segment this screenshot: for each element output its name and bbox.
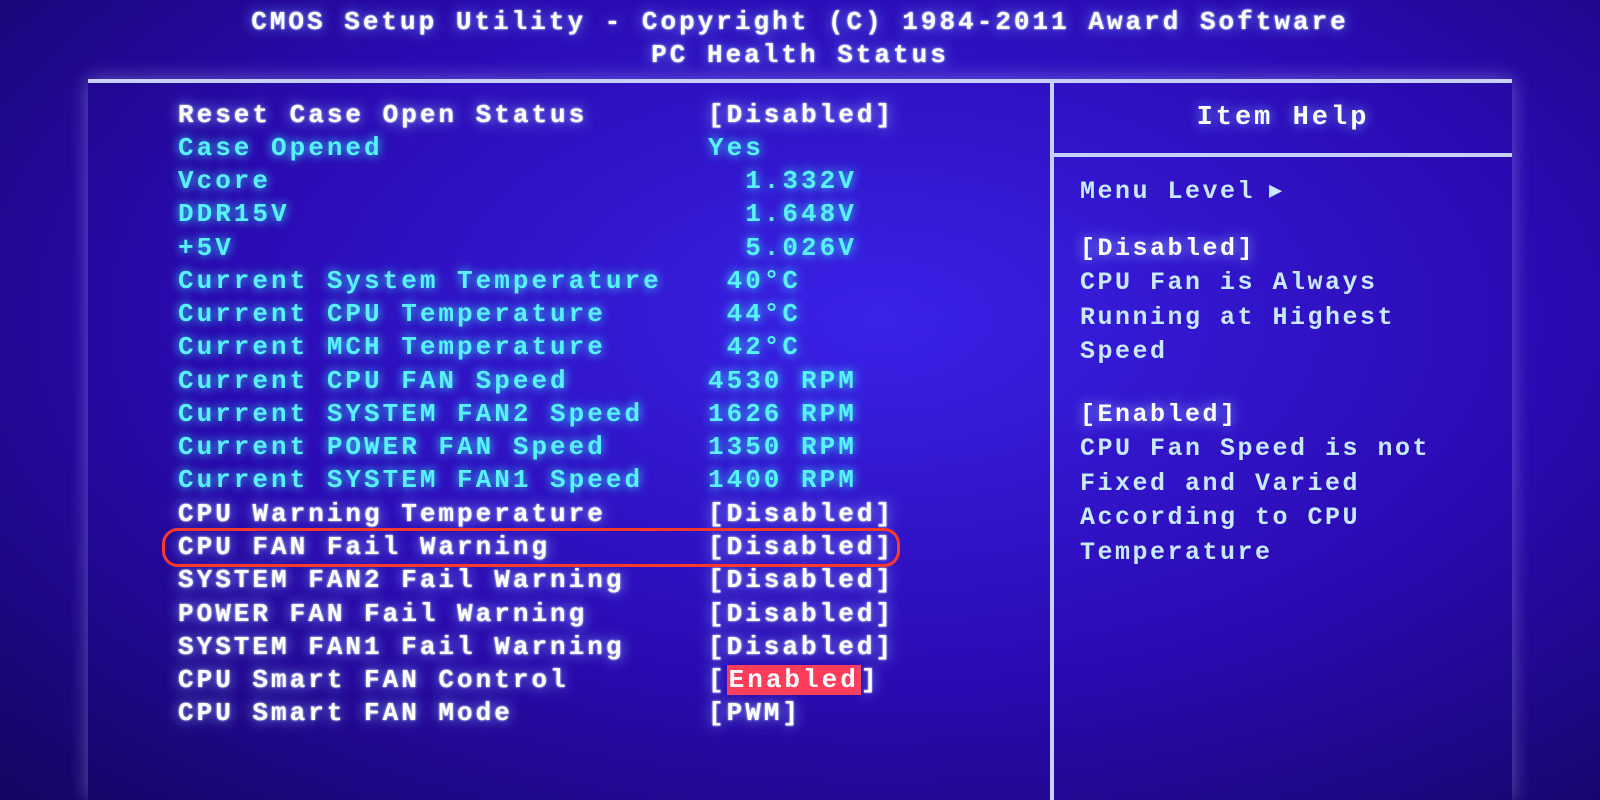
label-current-power-fan-speed: Current POWER FAN Speed (178, 431, 708, 464)
label-case-opened: Case Opened (178, 132, 708, 165)
row-power-fan-fail-warning[interactable]: POWER FAN Fail Warning[Disabled] (178, 598, 1030, 631)
label-reset-case-open-status: Reset Case Open Status (178, 99, 708, 132)
help-disabled-block: [Disabled] CPU Fan is Always Running at … (1080, 232, 1496, 370)
help-disabled-text: CPU Fan is Always Running at Highest Spe… (1080, 266, 1496, 370)
content-frame: Reset Case Open Status[Disabled]Case Ope… (88, 79, 1512, 800)
label-current-system-fan2-speed: Current SYSTEM FAN2 Speed (178, 398, 708, 431)
help-enabled-text: CPU Fan Speed is not Fixed and Varied Ac… (1080, 432, 1496, 570)
bios-subtitle: PC Health Status (0, 39, 1600, 72)
value-current-system-fan2-speed: 1626 RPM (708, 398, 857, 431)
label-system-fan1-fail-warning: SYSTEM FAN1 Fail Warning (178, 631, 708, 664)
bios-title: CMOS Setup Utility - Copyright (C) 1984-… (0, 6, 1600, 39)
label-power-fan-fail-warning: POWER FAN Fail Warning (178, 598, 708, 631)
help-enabled-block: [Enabled] CPU Fan Speed is not Fixed and… (1080, 398, 1496, 571)
settings-panel: Reset Case Open Status[Disabled]Case Ope… (88, 83, 1054, 800)
value-cpu-warning-temperature[interactable]: [Disabled] (708, 498, 894, 531)
label-current-system-temperature: Current System Temperature (178, 265, 708, 298)
value-current-mch-temperature: 42°C (708, 331, 801, 364)
value-case-opened: Yes (708, 132, 764, 165)
help-title: Item Help (1054, 83, 1512, 158)
menu-level-row: Menu Level ▶ (1080, 175, 1496, 210)
label-vcore: Vcore (178, 165, 708, 198)
row-current-system-fan2-speed: Current SYSTEM FAN2 Speed1626 RPM (178, 398, 1030, 431)
help-disabled-key: [Disabled] (1080, 232, 1496, 267)
row-cpu-fan-fail-warning[interactable]: CPU FAN Fail Warning[Disabled] (178, 531, 1030, 564)
row-current-system-temperature: Current System Temperature 40°C (178, 265, 1030, 298)
row-vcore: Vcore 1.332V (178, 165, 1030, 198)
label-cpu-smart-fan-control: CPU Smart FAN Control (178, 664, 708, 697)
value-5v: 5.026V (708, 232, 857, 265)
label-current-cpu-temperature: Current CPU Temperature (178, 298, 708, 331)
label-cpu-smart-fan-mode: CPU Smart FAN Mode (178, 697, 708, 730)
value-current-cpu-temperature: 44°C (708, 298, 801, 331)
value-system-fan1-fail-warning[interactable]: [Disabled] (708, 631, 894, 664)
bios-header: CMOS Setup Utility - Copyright (C) 1984-… (0, 0, 1600, 75)
value-power-fan-fail-warning[interactable]: [Disabled] (708, 598, 894, 631)
row-current-system-fan1-speed: Current SYSTEM FAN1 Speed1400 RPM (178, 464, 1030, 497)
label-current-system-fan1-speed: Current SYSTEM FAN1 Speed (178, 464, 708, 497)
menu-level-label: Menu Level (1080, 175, 1255, 210)
label-cpu-fan-fail-warning: CPU FAN Fail Warning (178, 531, 708, 564)
row-system-fan2-fail-warning[interactable]: SYSTEM FAN2 Fail Warning[Disabled] (178, 564, 1030, 597)
help-panel: Item Help Menu Level ▶ [Disabled] CPU Fa… (1054, 83, 1512, 800)
label-current-cpu-fan-speed: Current CPU FAN Speed (178, 365, 708, 398)
value-cpu-fan-fail-warning[interactable]: [Disabled] (708, 531, 894, 564)
value-ddr15v: 1.648V (708, 198, 857, 231)
chevron-right-icon: ▶ (1269, 177, 1285, 207)
row-cpu-smart-fan-mode[interactable]: CPU Smart FAN Mode[PWM] (178, 697, 1030, 730)
row-system-fan1-fail-warning[interactable]: SYSTEM FAN1 Fail Warning[Disabled] (178, 631, 1030, 664)
value-cpu-smart-fan-mode[interactable]: [PWM] (708, 697, 801, 730)
value-current-system-temperature: 40°C (708, 265, 801, 298)
row-current-power-fan-speed: Current POWER FAN Speed1350 RPM (178, 431, 1030, 464)
row-current-cpu-fan-speed: Current CPU FAN Speed4530 RPM (178, 365, 1030, 398)
help-enabled-key: [Enabled] (1080, 398, 1496, 433)
label-5v: +5V (178, 232, 708, 265)
value-cpu-smart-fan-control[interactable]: [Enabled] (708, 664, 879, 697)
value-current-power-fan-speed: 1350 RPM (708, 431, 857, 464)
label-cpu-warning-temperature: CPU Warning Temperature (178, 498, 708, 531)
row-case-opened: Case OpenedYes (178, 132, 1030, 165)
row-current-cpu-temperature: Current CPU Temperature 44°C (178, 298, 1030, 331)
value-system-fan2-fail-warning[interactable]: [Disabled] (708, 564, 894, 597)
row-cpu-smart-fan-control[interactable]: CPU Smart FAN Control[Enabled] (178, 664, 1030, 697)
value-current-system-fan1-speed: 1400 RPM (708, 464, 857, 497)
value-reset-case-open-status[interactable]: [Disabled] (708, 99, 894, 132)
value-vcore: 1.332V (708, 165, 857, 198)
label-ddr15v: DDR15V (178, 198, 708, 231)
value-current-cpu-fan-speed: 4530 RPM (708, 365, 857, 398)
label-system-fan2-fail-warning: SYSTEM FAN2 Fail Warning (178, 564, 708, 597)
label-current-mch-temperature: Current MCH Temperature (178, 331, 708, 364)
row-reset-case-open-status[interactable]: Reset Case Open Status[Disabled] (178, 99, 1030, 132)
row-cpu-warning-temperature[interactable]: CPU Warning Temperature[Disabled] (178, 498, 1030, 531)
row-5v: +5V 5.026V (178, 232, 1030, 265)
row-ddr15v: DDR15V 1.648V (178, 198, 1030, 231)
row-current-mch-temperature: Current MCH Temperature 42°C (178, 331, 1030, 364)
